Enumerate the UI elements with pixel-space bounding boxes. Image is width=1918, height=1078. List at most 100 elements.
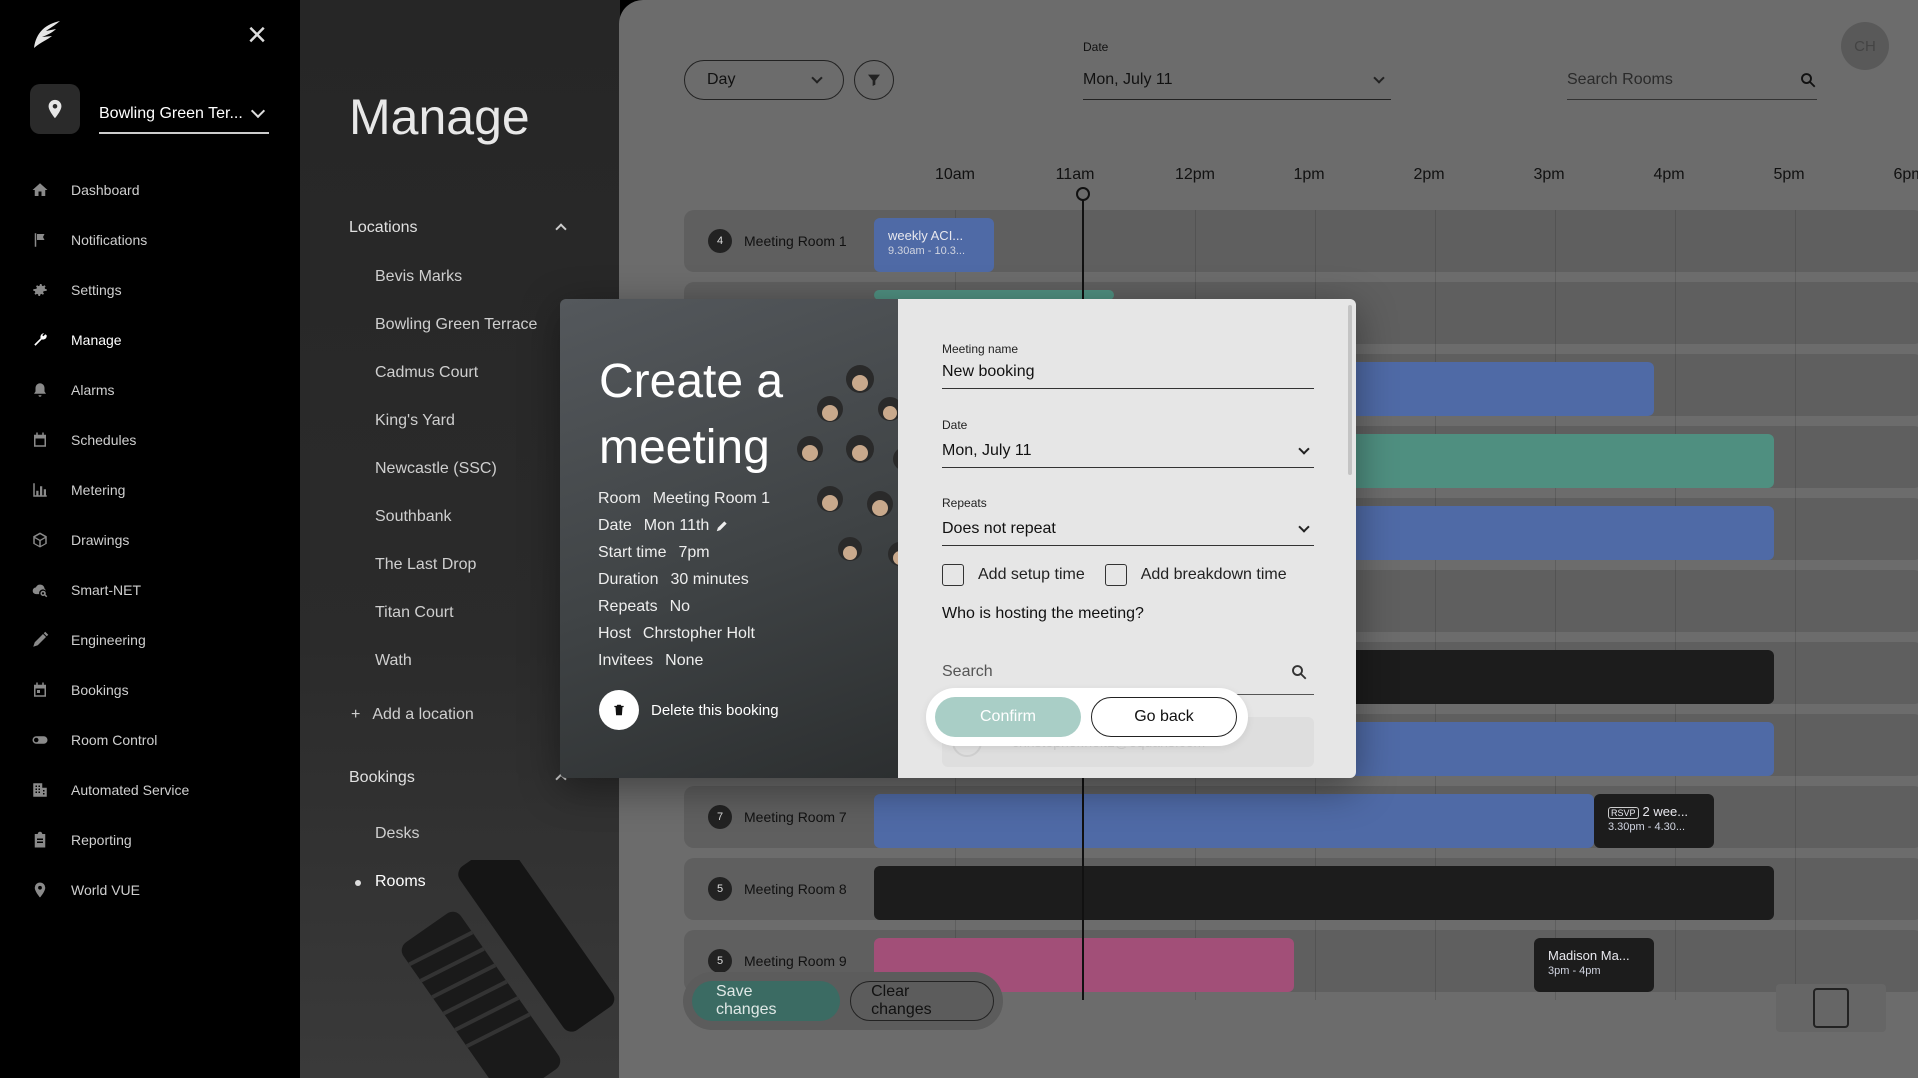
event-block[interactable]: RSVP 2 wee... 3.30pm - 4.30... [1594, 794, 1714, 848]
pencil-icon[interactable] [715, 519, 729, 533]
rsvp-badge: RSVP [1608, 806, 1639, 819]
chevron-down-icon [1298, 442, 1310, 455]
hour-label: 3pm [1533, 166, 1565, 183]
sidebar-item-reporting[interactable]: Reporting [0, 815, 300, 865]
detail-key: Host [598, 624, 631, 642]
repeats-select[interactable]: Does not repeat [942, 512, 1314, 546]
sidebar-item-metering[interactable]: Metering [0, 465, 300, 515]
date-picker[interactable]: Mon, July 11 [1083, 60, 1391, 100]
event-block[interactable] [874, 794, 1594, 848]
cube-icon [30, 530, 50, 550]
view-select[interactable]: Day [684, 60, 844, 100]
event-title-text: 2 wee... [1642, 804, 1689, 819]
save-changes-button[interactable]: Save changes [692, 981, 841, 1021]
modal-actions: Confirm Go back [926, 688, 1248, 746]
hour-label: 11am [1055, 166, 1095, 183]
sidebar-item-room-control[interactable]: Room Control [0, 715, 300, 765]
location-item[interactable]: The Last Drop [375, 556, 537, 604]
sidebar-item-label: Drawings [71, 532, 130, 548]
event-block[interactable]: Madison Ma... 3pm - 4pm [1534, 938, 1654, 992]
user-avatar[interactable]: CH [1841, 22, 1889, 70]
sidebar-item-label: Metering [71, 482, 126, 498]
location-item[interactable]: Newcastle (SSC) [375, 460, 537, 508]
event-block[interactable] [1319, 722, 1774, 776]
square-icon [1813, 988, 1849, 1028]
locations-section-toggle[interactable]: Locations [349, 219, 569, 237]
timeline-hours: 10am 11am 12pm 1pm 2pm 3pm 4pm 5pm 6pm [619, 166, 1918, 186]
sidebar-item-label: Automated Service [71, 782, 190, 798]
search-rooms-placeholder: Search Rooms [1567, 70, 1673, 88]
date-select[interactable]: Mon, July 11 [942, 434, 1314, 468]
event-time: 3pm - 4pm [1548, 965, 1601, 977]
event-block[interactable] [874, 866, 1774, 920]
sidebar-item-engineering[interactable]: Engineering [0, 615, 300, 665]
location-item[interactable]: Cadmus Court [375, 364, 537, 412]
bookings-section-toggle[interactable]: Bookings [349, 769, 569, 787]
sidebar-item-manage[interactable]: Manage [0, 315, 300, 365]
room-name: Meeting Room 1 [744, 233, 847, 249]
clipboard-icon [30, 830, 50, 850]
breakdown-time-checkbox[interactable] [1104, 564, 1127, 586]
location-item[interactable]: Southbank [375, 508, 537, 556]
detail-key: Invitees [598, 651, 654, 669]
location-selector[interactable]: Bowling Green Ter... [99, 96, 269, 134]
expand-button[interactable] [1776, 984, 1886, 1032]
cloud-search-icon [30, 580, 50, 600]
confirm-button[interactable]: Confirm [935, 697, 1081, 737]
search-icon [1801, 72, 1816, 87]
sidebar-item-smart-net[interactable]: Smart-NET [0, 565, 300, 615]
sidebar-item-drawings[interactable]: Drawings [0, 515, 300, 565]
detail-room: Room Meeting Room 1 [598, 485, 770, 512]
sidebar-item-dashboard[interactable]: Dashboard [0, 165, 300, 215]
add-location-button[interactable]: + Add a location [351, 706, 474, 724]
sidebar-item-label: Reporting [71, 832, 132, 848]
event-block[interactable] [1319, 362, 1654, 416]
event-time: 9.30am - 10.3... [888, 245, 966, 257]
create-meeting-modal: Create a meeting Room Meeting Room 1 Date… [560, 299, 1356, 778]
add-location-label: Add a location [372, 706, 474, 723]
sidebar-item-automated-service[interactable]: Automated Service [0, 765, 300, 815]
detail-key: Start time [598, 543, 667, 561]
hour-label: 4pm [1653, 166, 1685, 183]
detail-value: Chrstopher Holt [642, 624, 755, 642]
breakdown-time-label: Add breakdown time [1140, 566, 1287, 583]
location-item[interactable]: King's Yard [375, 412, 537, 460]
calendar-check-icon [30, 680, 50, 700]
meeting-name-label: Meeting name [942, 342, 1019, 356]
detail-duration: Duration 30 minutes [598, 566, 770, 593]
location-item[interactable]: Bevis Marks [375, 268, 537, 316]
delete-booking-button[interactable]: Delete this booking [599, 690, 779, 730]
search-rooms-input[interactable]: Search Rooms [1567, 60, 1817, 100]
event-block[interactable] [1319, 506, 1774, 560]
sidebar-item-settings[interactable]: Settings [0, 265, 300, 315]
location-item[interactable]: Titan Court [375, 604, 537, 652]
filter-button[interactable] [854, 60, 894, 100]
date-picker-value: Mon, July 11 [1083, 70, 1173, 88]
date-select-value: Mon, July 11 [942, 441, 1032, 459]
detail-start-time: Start time 7pm [598, 539, 770, 566]
app-logo-icon[interactable] [30, 18, 64, 52]
clear-changes-button[interactable]: Clear changes [850, 981, 994, 1021]
sidebar-item-schedules[interactable]: Schedules [0, 415, 300, 465]
close-icon[interactable]: × [242, 18, 272, 52]
sidebar-item-bookings[interactable]: Bookings [0, 665, 300, 715]
location-item[interactable]: Bowling Green Terrace [375, 316, 537, 364]
location-pin-icon [30, 84, 80, 134]
event-block[interactable]: weekly ACI... 9.30am - 10.3... [874, 218, 994, 272]
modal-scrollbar[interactable] [1348, 305, 1352, 475]
bolt-image [401, 860, 615, 1078]
hour-label: 2pm [1413, 166, 1445, 183]
wrench-icon [30, 330, 50, 350]
sidebar-item-alarms[interactable]: Alarms [0, 365, 300, 415]
go-back-button[interactable]: Go back [1091, 697, 1237, 737]
location-item[interactable]: Wath [375, 652, 537, 700]
sidebar-item-label: Settings [71, 282, 122, 298]
sidebar-item-notifications[interactable]: Notifications [0, 215, 300, 265]
setup-time-checkbox[interactable] [942, 564, 964, 586]
repeats-select-value: Does not repeat [942, 519, 1056, 537]
event-block[interactable] [1319, 434, 1774, 488]
sidebar-item-world-vue[interactable]: World VUE [0, 865, 300, 915]
room-row[interactable]: 4 Meeting Room 1 [684, 210, 1918, 272]
event-block[interactable] [1319, 650, 1774, 704]
meeting-name-field[interactable]: New booking [942, 355, 1314, 389]
